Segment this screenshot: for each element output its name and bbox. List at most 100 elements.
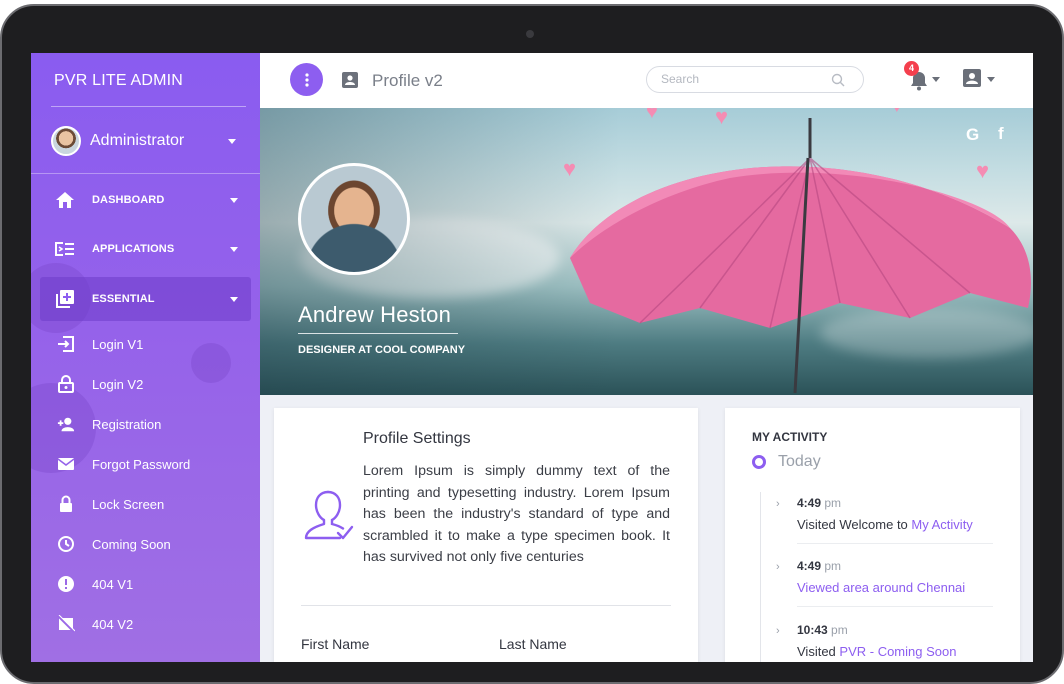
activity-description: Visited Welcome to My Activity [797, 517, 1007, 532]
add-box-icon [55, 289, 75, 309]
divider [797, 606, 993, 607]
activity-time: 4:49 pm [797, 559, 841, 573]
app-screen: PVR LITE ADMIN Administrator DASHBOARD A… [31, 53, 1033, 662]
divider [301, 605, 671, 606]
sidebar-item-essential[interactable]: ESSENTIAL [40, 277, 251, 321]
divider [51, 106, 246, 107]
activity-text: Visited [797, 644, 840, 659]
account-box-icon [342, 72, 358, 88]
profile-settings-card: Profile Settings Lorem Ipsum is simply d… [274, 408, 698, 662]
profile-avatar [298, 163, 410, 275]
divider [298, 333, 458, 334]
card-description: Lorem Ipsum is simply dummy text of the … [363, 463, 670, 565]
camera-dot [526, 30, 534, 38]
facebook-icon[interactable]: f [998, 124, 1004, 144]
timeline-date: Today [778, 453, 821, 470]
home-icon [55, 190, 75, 210]
user-check-icon [304, 490, 354, 540]
user-name: Administrator [90, 132, 185, 149]
top-bar: Profile v2 4 [260, 53, 1033, 108]
heart-icon: ♥ [715, 108, 729, 129]
time-value: 10:43 [797, 623, 828, 637]
chevron-down-icon [230, 198, 238, 203]
divider [797, 543, 993, 544]
sidebar-subitem-label: Login V2 [92, 376, 144, 392]
image-off-icon [57, 615, 75, 633]
chevron-right-icon: › [776, 561, 780, 573]
sidebar-subitem-forgot-password[interactable]: Forgot Password [40, 447, 251, 481]
heart-icon: ♥ [892, 108, 902, 116]
activity-link[interactable]: Viewed area around Chennai [797, 580, 965, 595]
sidebar-subitem-login-v2[interactable]: Login V2 [40, 367, 251, 401]
profile-name: Andrew Heston [298, 302, 452, 327]
sidebar-item-label: APPLICATIONS [92, 243, 175, 255]
profile-role: DESIGNER AT COOL COMPANY [298, 344, 466, 356]
chevron-down-icon [230, 297, 238, 302]
last-name-label: Last Name [499, 636, 567, 652]
heart-icon: ♥ [646, 108, 658, 123]
sidebar-subitem-label: Login V1 [92, 336, 144, 352]
timer-icon [57, 535, 75, 553]
sidebar-subitem-label: 404 V1 [92, 576, 134, 592]
timeline-dot-icon [752, 455, 766, 469]
sidebar-subitem-404-v1[interactable]: 404 V1 [40, 567, 251, 601]
time-period: pm [831, 623, 848, 637]
lock-open-icon [57, 375, 75, 393]
notification-badge: 4 [904, 61, 919, 76]
sidebar-item-label: ESSENTIAL [92, 293, 155, 305]
avatar [51, 126, 81, 156]
time-value: 4:49 [797, 559, 822, 573]
sidebar-subitem-404-v2[interactable]: 404 V2 [40, 607, 251, 641]
chevron-down-icon[interactable] [987, 77, 995, 82]
chevron-down-icon[interactable] [932, 77, 940, 82]
chevron-right-icon: › [776, 498, 780, 510]
list-icon [55, 239, 75, 259]
sidebar-item-dashboard[interactable]: DASHBOARD [40, 178, 251, 222]
sidebar-subitem-login-v1[interactable]: Login V1 [40, 327, 251, 361]
activity-description: Visited PVR - Coming Soon [797, 644, 1007, 659]
profile-banner: ♥ ♥ ♥ ♥ ♥ Andrew Heston DESIGNER AT COOL… [260, 108, 1033, 395]
search-input[interactable] [661, 72, 821, 86]
time-value: 4:49 [797, 496, 822, 510]
activity-time: 10:43 pm [797, 623, 848, 637]
activity-link[interactable]: My Activity [911, 517, 972, 532]
sidebar-subitem-coming-soon[interactable]: Coming Soon [40, 527, 251, 561]
chevron-right-icon: › [776, 625, 780, 637]
sidebar-item-applications[interactable]: APPLICATIONS [40, 227, 251, 271]
time-period: pm [824, 559, 842, 573]
sidebar-subitem-registration[interactable]: Registration [40, 407, 251, 441]
chevron-down-icon [230, 247, 238, 252]
more-vertical-icon [304, 72, 309, 87]
user-add-icon [57, 415, 75, 433]
activity-card: MY ACTIVITY Today › 4:49 pm Visited Welc… [725, 408, 1020, 662]
card-title: MY ACTIVITY [752, 430, 828, 444]
alert-icon [57, 575, 75, 593]
activity-time: 4:49 pm [797, 496, 841, 510]
sidebar: PVR LITE ADMIN Administrator DASHBOARD A… [31, 53, 260, 662]
time-period: pm [824, 496, 842, 510]
timeline-line [760, 492, 761, 662]
divider [31, 173, 260, 174]
umbrella-illustration [570, 118, 1031, 394]
heart-icon: ♥ [976, 158, 990, 183]
brand-title[interactable]: PVR LITE ADMIN [54, 72, 183, 90]
search-box [646, 66, 864, 93]
chevron-down-icon [228, 139, 236, 144]
lock-icon [57, 495, 75, 513]
heart-icon: ♥ [563, 156, 577, 181]
login-icon [57, 335, 75, 353]
menu-toggle-button[interactable] [290, 63, 323, 96]
user-account-icon[interactable] [963, 69, 981, 87]
search-icon[interactable] [831, 73, 845, 87]
sidebar-subitem-label: Coming Soon [92, 536, 171, 552]
sidebar-user-menu[interactable]: Administrator [51, 125, 246, 157]
device-frame: PVR LITE ADMIN Administrator DASHBOARD A… [0, 0, 1064, 684]
google-icon[interactable]: G [966, 125, 979, 145]
activity-text: Visited Welcome to [797, 517, 912, 532]
sidebar-item-label: DASHBOARD [92, 194, 165, 206]
sidebar-subitem-label: 404 V2 [92, 616, 134, 632]
first-name-label: First Name [301, 636, 370, 652]
activity-link[interactable]: PVR - Coming Soon [839, 644, 956, 659]
sidebar-subitem-lock-screen[interactable]: Lock Screen [40, 487, 251, 521]
sidebar-subitem-label: Forgot Password [92, 456, 191, 472]
